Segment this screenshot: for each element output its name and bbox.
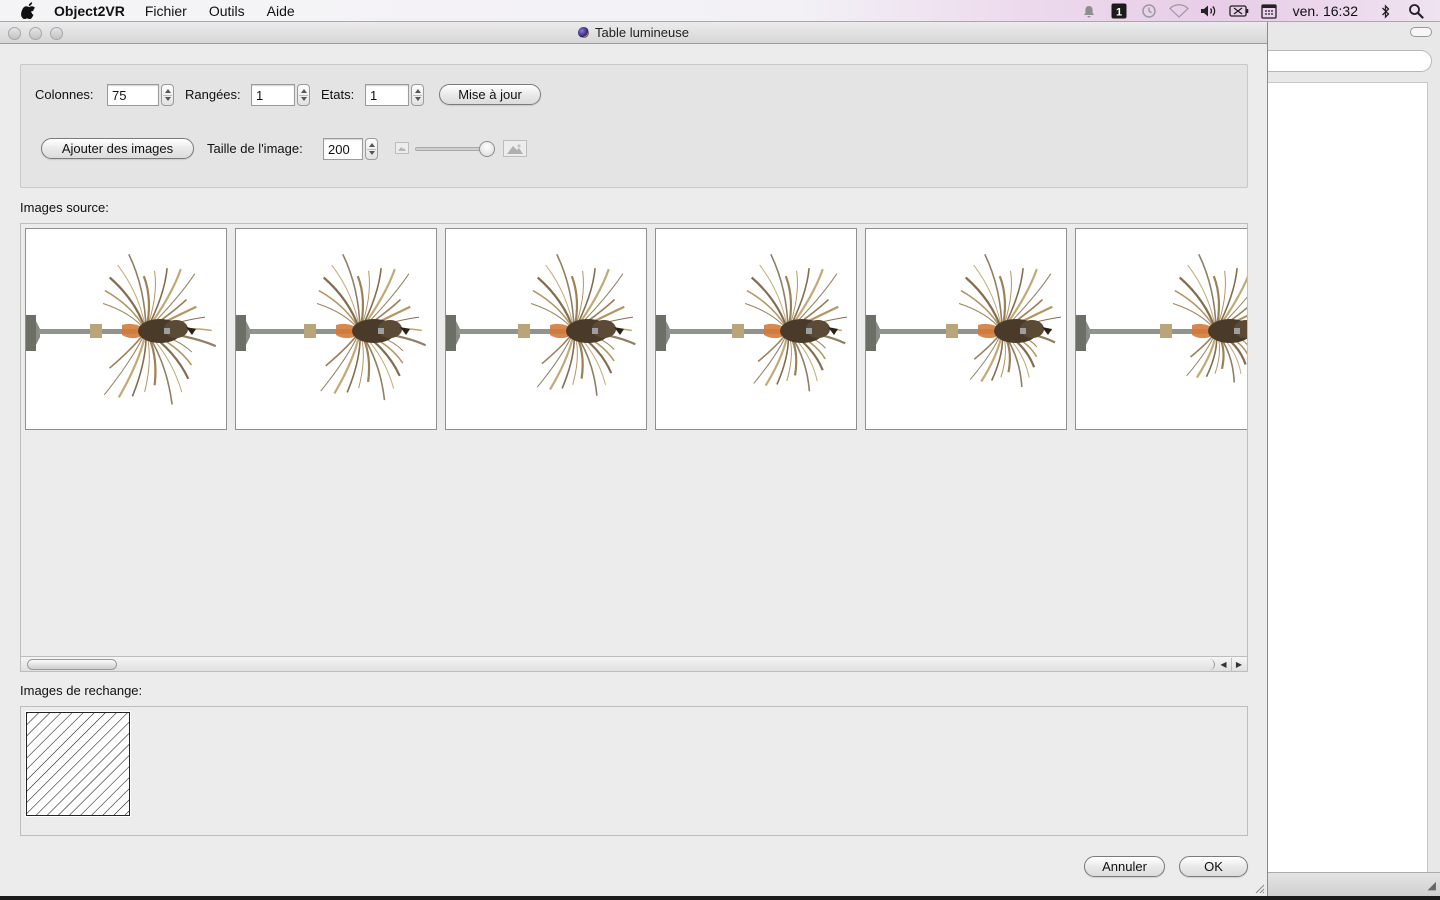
small-image-icon: [395, 142, 409, 154]
volume-icon[interactable]: [1199, 3, 1219, 19]
light-table-window: Table lumineuse Colonnes: 75 Rangées: 1 …: [0, 22, 1268, 896]
image-size-label: Taille de l'image:: [207, 141, 303, 156]
menubar-clock[interactable]: ven. 16:32: [1293, 3, 1358, 19]
input-method-icon[interactable]: 1: [1109, 3, 1129, 19]
rows-field[interactable]: 1: [251, 84, 295, 106]
object-photo-icon: [1076, 253, 1247, 383]
source-images-scrollbar[interactable]: ◀ ▶: [20, 656, 1248, 672]
resize-grip-icon[interactable]: ◢: [1428, 879, 1436, 892]
columns-stepper[interactable]: [161, 84, 174, 106]
object-photo-icon: [656, 253, 848, 392]
image-size-slider-knob[interactable]: [479, 141, 495, 157]
spare-images-label: Images de rechange:: [20, 683, 143, 698]
source-images-label: Images source:: [20, 200, 109, 215]
spare-images-panel: [20, 706, 1248, 836]
source-thumbnail[interactable]: [1075, 228, 1247, 430]
object-photo-icon: [236, 253, 427, 401]
background-window: ◢: [1268, 22, 1440, 896]
states-label: Etats:: [321, 87, 355, 102]
menu-outils[interactable]: Outils: [209, 3, 245, 19]
screen-bottom-edge: [0, 896, 1440, 900]
app-document-icon: [578, 27, 590, 38]
source-thumbnail[interactable]: [235, 228, 437, 430]
window-title: Table lumineuse: [0, 25, 1267, 40]
object-photo-icon: [446, 253, 636, 396]
object-photo-icon: [866, 253, 1062, 387]
window-resize-grip-icon[interactable]: [1254, 883, 1265, 894]
source-thumbnail[interactable]: [865, 228, 1067, 430]
apple-menu-icon[interactable]: [18, 1, 38, 21]
source-images-row: [25, 228, 1247, 432]
source-thumbnail[interactable]: [445, 228, 647, 430]
image-size-field[interactable]: 200: [323, 138, 363, 160]
menubar: Object2VR Fichier Outils Aide 1 ven. 16:…: [0, 0, 1440, 22]
states-field[interactable]: 1: [365, 84, 409, 106]
settings-group: Colonnes: 75 Rangées: 1 Etats: 1 Mise à …: [20, 64, 1248, 188]
scrollbar-thumb[interactable]: [27, 659, 117, 670]
rows-label: Rangées:: [185, 87, 241, 102]
update-button[interactable]: Mise à jour: [439, 84, 541, 105]
columns-label: Colonnes:: [35, 87, 94, 102]
states-stepper[interactable]: [411, 84, 424, 106]
columns-field[interactable]: 75: [107, 84, 159, 106]
bell-icon[interactable]: [1079, 3, 1099, 19]
source-thumbnail[interactable]: [655, 228, 857, 430]
menu-aide[interactable]: Aide: [267, 3, 295, 19]
rows-stepper[interactable]: [297, 84, 310, 106]
image-size-stepper[interactable]: [365, 138, 378, 160]
scroll-left-arrow-icon[interactable]: ◀: [1216, 658, 1231, 671]
scrollbar-track-end: [1207, 659, 1215, 670]
hatched-placeholder-icon: [26, 712, 130, 816]
add-images-button[interactable]: Ajouter des images: [41, 138, 194, 159]
calendar-icon[interactable]: [1259, 3, 1279, 19]
toolbar-toggle-button[interactable]: [1410, 27, 1432, 37]
cancel-button[interactable]: Annuler: [1084, 856, 1165, 877]
scroll-right-arrow-icon[interactable]: ▶: [1231, 658, 1246, 671]
large-image-icon: [503, 140, 527, 157]
background-window-content: [1268, 82, 1428, 872]
spotlight-icon[interactable]: [1406, 3, 1426, 19]
menu-fichier[interactable]: Fichier: [145, 3, 187, 19]
time-machine-icon[interactable]: [1139, 3, 1159, 19]
background-window-footer: [1268, 872, 1440, 896]
svg-text:1: 1: [1116, 7, 1122, 19]
window-title-text: Table lumineuse: [595, 25, 689, 40]
source-images-panel: [20, 223, 1248, 671]
background-window-search-field[interactable]: [1268, 50, 1432, 72]
object-photo-icon: [26, 253, 217, 405]
source-thumbnail[interactable]: [25, 228, 227, 430]
battery-icon[interactable]: [1228, 3, 1249, 19]
bluetooth-icon[interactable]: [1376, 3, 1396, 19]
ok-button[interactable]: OK: [1179, 856, 1248, 877]
app-name-menu[interactable]: Object2VR: [54, 3, 125, 19]
wifi-icon[interactable]: [1168, 3, 1189, 19]
window-titlebar[interactable]: Table lumineuse: [0, 22, 1267, 44]
spare-image-placeholder[interactable]: [25, 711, 131, 817]
